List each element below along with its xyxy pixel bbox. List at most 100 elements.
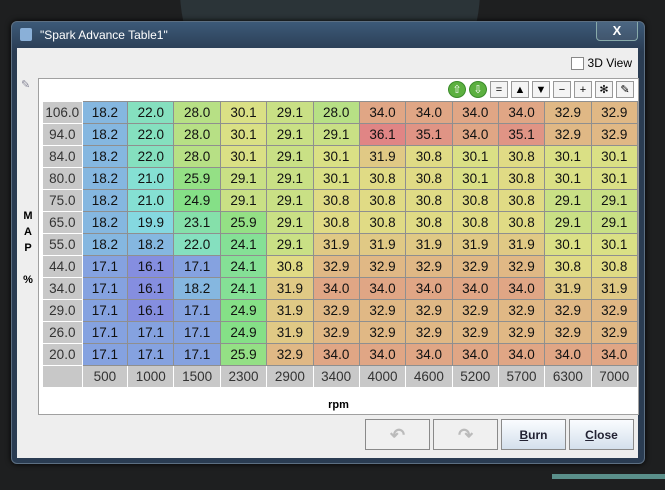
table-cell[interactable]: 18.2 xyxy=(81,101,129,124)
burn-button[interactable]: Burn xyxy=(501,419,566,450)
table-cell[interactable]: 29.1 xyxy=(266,233,314,256)
table-cell[interactable]: 22.0 xyxy=(127,101,175,124)
table-cell[interactable]: 29.1 xyxy=(266,101,314,124)
table-cell[interactable]: 32.9 xyxy=(544,101,592,124)
table-cell[interactable]: 30.8 xyxy=(358,189,407,212)
table-cell[interactable]: 30.8 xyxy=(358,167,407,190)
table-cell[interactable]: 32.9 xyxy=(497,299,546,322)
table-cell[interactable]: 28.0 xyxy=(173,123,221,146)
table-cell[interactable]: 30.8 xyxy=(497,145,546,168)
table-cell[interactable]: 30.8 xyxy=(544,255,592,278)
table-cell[interactable]: 21.0 xyxy=(127,167,175,190)
3d-view-checkbox[interactable]: 3D View xyxy=(570,56,632,70)
table-cell[interactable]: 31.9 xyxy=(266,299,314,322)
table-cell[interactable]: 32.9 xyxy=(405,255,453,278)
table-cell[interactable]: 31.9 xyxy=(266,321,314,344)
table-cell[interactable]: 17.1 xyxy=(81,321,129,344)
table-cell[interactable]: 32.9 xyxy=(544,321,592,344)
table-cell[interactable]: 24.1 xyxy=(219,277,268,300)
table-cell[interactable]: 24.1 xyxy=(219,233,268,256)
table-cell[interactable]: 17.1 xyxy=(81,277,129,300)
pen-button[interactable]: ✎ xyxy=(616,81,634,98)
table-cell[interactable]: 32.9 xyxy=(590,123,639,146)
table-cell[interactable]: 29.1 xyxy=(544,211,592,234)
table-cell[interactable]: 32.9 xyxy=(312,255,360,278)
table-cell[interactable]: 32.9 xyxy=(590,299,639,322)
table-cell[interactable]: 34.0 xyxy=(590,343,639,366)
table-cell[interactable]: 22.0 xyxy=(127,145,175,168)
table-cell[interactable]: 25.9 xyxy=(173,167,221,190)
table-cell[interactable]: 30.8 xyxy=(266,255,314,278)
table-cell[interactable]: 30.1 xyxy=(590,145,639,168)
table-cell[interactable]: 30.1 xyxy=(544,233,592,256)
table-cell[interactable]: 17.1 xyxy=(127,343,175,366)
multiply-button[interactable]: ✻ xyxy=(595,81,613,98)
table-cell[interactable]: 34.0 xyxy=(358,343,407,366)
table-cell[interactable]: 32.9 xyxy=(544,299,592,322)
table-cell[interactable]: 31.9 xyxy=(266,277,314,300)
table-cell[interactable]: 31.9 xyxy=(451,233,499,256)
table-cell[interactable]: 31.9 xyxy=(544,277,592,300)
raise-button[interactable]: ▲ xyxy=(511,81,529,98)
table-cell[interactable]: 30.8 xyxy=(405,167,453,190)
table-cell[interactable]: 32.9 xyxy=(544,123,592,146)
table-cell[interactable]: 24.9 xyxy=(173,189,221,212)
table-cell[interactable]: 32.9 xyxy=(405,299,453,322)
table-cell[interactable]: 22.0 xyxy=(173,233,221,256)
table-cell[interactable]: 32.9 xyxy=(312,321,360,344)
table-cell[interactable]: 24.9 xyxy=(219,299,268,322)
table-cell[interactable]: 29.1 xyxy=(590,211,639,234)
table-cell[interactable]: 17.1 xyxy=(81,299,129,322)
table-cell[interactable]: 30.8 xyxy=(497,189,546,212)
table-cell[interactable]: 31.9 xyxy=(405,233,453,256)
table-cell[interactable]: 34.0 xyxy=(544,343,592,366)
table-cell[interactable]: 32.9 xyxy=(590,321,639,344)
table-cell[interactable]: 30.1 xyxy=(219,123,268,146)
table-cell[interactable]: 30.1 xyxy=(590,167,639,190)
table-cell[interactable]: 17.1 xyxy=(81,255,129,278)
table-cell[interactable]: 29.1 xyxy=(219,167,268,190)
table-cell[interactable]: 30.8 xyxy=(405,211,453,234)
table-cell[interactable]: 17.1 xyxy=(127,321,175,344)
lower-button[interactable]: ▼ xyxy=(532,81,550,98)
table-cell[interactable]: 32.9 xyxy=(358,299,407,322)
table-cell[interactable]: 32.9 xyxy=(312,299,360,322)
table-cell[interactable]: 31.9 xyxy=(312,233,360,256)
table-cell[interactable]: 16.1 xyxy=(127,277,175,300)
table-cell[interactable]: 18.2 xyxy=(127,233,175,256)
table-cell[interactable]: 17.1 xyxy=(173,343,221,366)
table-cell[interactable]: 35.1 xyxy=(405,123,453,146)
table-cell[interactable]: 18.2 xyxy=(81,167,129,190)
table-cell[interactable]: 30.8 xyxy=(358,211,407,234)
window-close-button[interactable]: X xyxy=(596,22,638,41)
table-cell[interactable]: 34.0 xyxy=(497,277,546,300)
table-cell[interactable]: 24.9 xyxy=(219,321,268,344)
table-cell[interactable]: 29.1 xyxy=(266,167,314,190)
table-cell[interactable]: 30.1 xyxy=(544,145,592,168)
table-cell[interactable]: 30.1 xyxy=(451,167,499,190)
table-cell[interactable]: 29.1 xyxy=(590,189,639,212)
table-cell[interactable]: 34.0 xyxy=(312,343,360,366)
table-cell[interactable]: 29.1 xyxy=(312,123,360,146)
table-cell[interactable]: 29.1 xyxy=(266,145,314,168)
table-cell[interactable]: 32.9 xyxy=(497,255,546,278)
table-cell[interactable]: 22.0 xyxy=(127,123,175,146)
table-cell[interactable]: 29.1 xyxy=(266,189,314,212)
table-cell[interactable]: 29.1 xyxy=(266,123,314,146)
table-cell[interactable]: 30.1 xyxy=(219,101,268,124)
table-cell[interactable]: 36.1 xyxy=(358,123,407,146)
table-cell[interactable]: 32.9 xyxy=(590,101,639,124)
increase-green-button[interactable]: ⇧ xyxy=(448,81,466,98)
table-cell[interactable]: 34.0 xyxy=(405,277,453,300)
table-cell[interactable]: 34.0 xyxy=(358,277,407,300)
table-cell[interactable]: 23.1 xyxy=(173,211,221,234)
table-cell[interactable]: 25.9 xyxy=(219,211,268,234)
table-cell[interactable]: 30.1 xyxy=(219,145,268,168)
table-cell[interactable]: 17.1 xyxy=(173,299,221,322)
table-cell[interactable]: 28.0 xyxy=(312,101,360,124)
table-cell[interactable]: 30.1 xyxy=(590,233,639,256)
table-cell[interactable]: 30.8 xyxy=(451,211,499,234)
table-cell[interactable]: 34.0 xyxy=(451,277,499,300)
table-cell[interactable]: 30.1 xyxy=(312,145,360,168)
table-cell[interactable]: 24.1 xyxy=(219,255,268,278)
